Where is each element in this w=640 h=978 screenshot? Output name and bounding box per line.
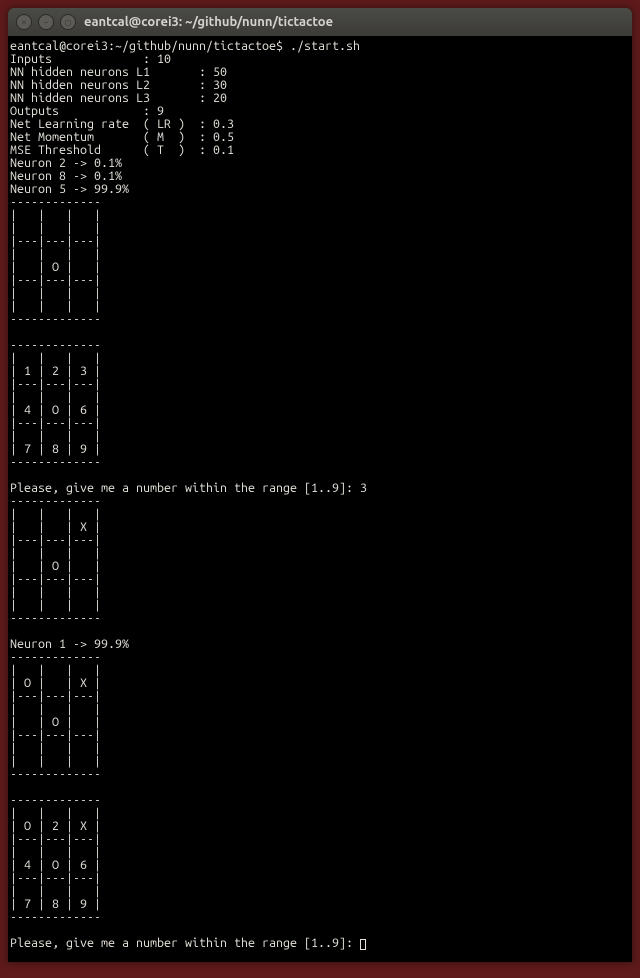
board-row: ------------- bbox=[10, 338, 101, 352]
param-mse: MSE Threshold ( T ) : 0.1 bbox=[10, 143, 234, 157]
board-row: | | | | bbox=[10, 507, 101, 521]
board-row: ------------- bbox=[10, 611, 101, 625]
board-row: | | | | bbox=[10, 845, 101, 859]
board-row: |---|---|---| bbox=[10, 416, 101, 430]
board-row: |---|---|---| bbox=[10, 832, 101, 846]
param-l1: NN hidden neurons L1 : 50 bbox=[10, 65, 227, 79]
board-row: ------------- bbox=[10, 650, 101, 664]
board-row: | | | | bbox=[10, 806, 101, 820]
cursor-icon bbox=[360, 939, 366, 950]
board-row: | | | | bbox=[10, 390, 101, 404]
board-row: ------------- bbox=[10, 195, 101, 209]
board-row: | 7 | 8 | 9 | bbox=[10, 897, 101, 911]
maximize-icon[interactable]: ▢ bbox=[60, 14, 76, 30]
board-row: | O | | X | bbox=[10, 676, 101, 690]
terminal-output[interactable]: eantcal@corei3:~/github/nunn/tictactoe$ … bbox=[8, 36, 632, 962]
board-row: | | | | bbox=[10, 351, 101, 365]
board-row: |---|---|---| bbox=[10, 377, 101, 391]
board-row: | | | | bbox=[10, 702, 101, 716]
board-row: ------------- bbox=[10, 312, 101, 326]
board-row: | | O | | bbox=[10, 559, 101, 573]
board-row: |---|---|---| bbox=[10, 234, 101, 248]
board-row: | | | | bbox=[10, 247, 101, 261]
param-mom: Net Momentum ( M ) : 0.5 bbox=[10, 130, 234, 144]
param-outputs: Outputs : 9 bbox=[10, 104, 164, 118]
board-row: | | | | bbox=[10, 546, 101, 560]
board-row: | | O | | bbox=[10, 260, 101, 274]
board-row: | 4 | O | 6 | bbox=[10, 858, 101, 872]
param-l2: NN hidden neurons L2 : 30 bbox=[10, 78, 227, 92]
titlebar: × − ▢ eantcal@corei3: ~/github/nunn/tict… bbox=[8, 8, 632, 36]
board-row: |---|---|---| bbox=[10, 572, 101, 586]
board-row: | 4 | O | 6 | bbox=[10, 403, 101, 417]
board-row: | | | X | bbox=[10, 520, 101, 534]
board-row: | | | | bbox=[10, 286, 101, 300]
terminal-window: × − ▢ eantcal@corei3: ~/github/nunn/tict… bbox=[8, 8, 632, 962]
board-row: | | | | bbox=[10, 884, 101, 898]
board-row: | | | | bbox=[10, 663, 101, 677]
neuron-line: Neuron 5 -> 99.9% bbox=[10, 182, 129, 196]
board-row: | | | | bbox=[10, 598, 101, 612]
board-row: |---|---|---| bbox=[10, 871, 101, 885]
neuron-line: Neuron 1 -> 99.9% bbox=[10, 637, 129, 651]
close-icon[interactable]: × bbox=[16, 14, 32, 30]
neuron-line: Neuron 2 -> 0.1% bbox=[10, 156, 122, 170]
input-prompt: Please, give me a number within the rang… bbox=[10, 481, 367, 495]
board-row: | | | | bbox=[10, 221, 101, 235]
prompt-line: eantcal@corei3:~/github/nunn/tictactoe$ … bbox=[10, 39, 360, 53]
board-row: ------------- bbox=[10, 494, 101, 508]
window-title: eantcal@corei3: ~/github/nunn/tictactoe bbox=[84, 15, 333, 29]
board-row: |---|---|---| bbox=[10, 533, 101, 547]
window-controls: × − ▢ bbox=[16, 14, 76, 30]
board-row: | | | | bbox=[10, 754, 101, 768]
neuron-line: Neuron 8 -> 0.1% bbox=[10, 169, 122, 183]
board-row: | 7 | 8 | 9 | bbox=[10, 442, 101, 456]
input-prompt[interactable]: Please, give me a number within the rang… bbox=[10, 936, 366, 950]
minimize-icon[interactable]: − bbox=[38, 14, 54, 30]
board-row: | | O | | bbox=[10, 715, 101, 729]
board-row: | | | | bbox=[10, 741, 101, 755]
param-inputs: Inputs : 10 bbox=[10, 52, 171, 66]
board-row: |---|---|---| bbox=[10, 728, 101, 742]
board-row: |---|---|---| bbox=[10, 273, 101, 287]
board-row: | | | | bbox=[10, 208, 101, 222]
board-row: ------------- bbox=[10, 910, 101, 924]
board-row: | | | | bbox=[10, 299, 101, 313]
board-row: ------------- bbox=[10, 767, 101, 781]
board-row: ------------- bbox=[10, 793, 101, 807]
param-l3: NN hidden neurons L3 : 20 bbox=[10, 91, 227, 105]
board-row: |---|---|---| bbox=[10, 689, 101, 703]
board-row: ------------- bbox=[10, 455, 101, 469]
board-row: | O | 2 | X | bbox=[10, 819, 101, 833]
board-row: | | | | bbox=[10, 585, 101, 599]
board-row: | | | | bbox=[10, 429, 101, 443]
param-lr: Net Learning rate ( LR ) : 0.3 bbox=[10, 117, 234, 131]
board-row: | 1 | 2 | 3 | bbox=[10, 364, 101, 378]
